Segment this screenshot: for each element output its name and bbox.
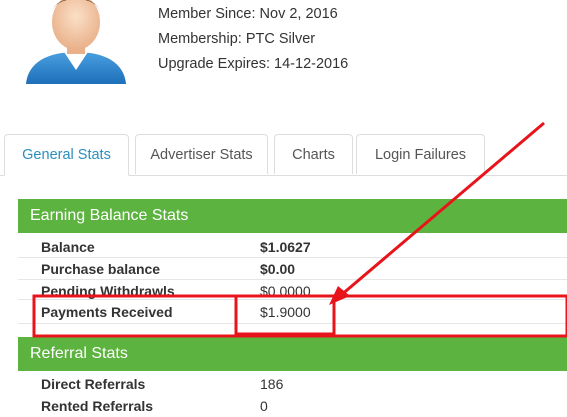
- user-avatar-icon: [26, 0, 126, 84]
- member-since: Member Since: Nov 2, 2016: [158, 6, 338, 22]
- membership: Membership: PTC Silver: [158, 31, 316, 47]
- upgrade-expires: Upgrade Expires: 14-12-2016: [158, 56, 349, 72]
- balance-label: Balance: [41, 239, 95, 255]
- balance-value: $1.0627: [260, 239, 311, 255]
- pending-withdrawls-label: Pending Withdrawls: [41, 283, 175, 299]
- rented-referrals-label: Rented Referrals: [41, 398, 154, 414]
- earning-balance-header: Earning Balance Stats: [18, 199, 567, 233]
- rented-referrals-value: 0: [260, 398, 268, 414]
- table-row: Payments Received $1.9000: [18, 300, 567, 324]
- pending-withdrawls-value: $0.0000: [260, 283, 311, 299]
- payments-received-label: Payments Received: [41, 304, 173, 320]
- referral-stats-header: Referral Stats: [18, 337, 567, 371]
- payments-received-value: $1.9000: [260, 304, 311, 320]
- stats-tabs: General Stats Advertiser Stats Charts Lo…: [0, 131, 567, 176]
- tab-advertiser-stats[interactable]: Advertiser Stats: [135, 134, 268, 174]
- table-row: Purchase balance $0.00: [18, 258, 567, 280]
- purchase-balance-value: $0.00: [260, 261, 296, 277]
- tab-login-failures[interactable]: Login Failures: [356, 134, 485, 174]
- profile-info: Member Since: Nov 2, 2016 Membership: PT…: [158, 0, 348, 77]
- direct-referrals-value: 186: [260, 376, 284, 392]
- direct-referrals-label: Direct Referrals: [41, 376, 146, 392]
- table-row: Pending Withdrawls $0.0000: [18, 280, 567, 300]
- table-row: Balance $1.0627: [18, 236, 567, 258]
- tab-general-stats[interactable]: General Stats: [4, 134, 129, 176]
- table-row: Rented Referrals 0: [18, 395, 567, 417]
- purchase-balance-label: Purchase balance: [41, 261, 161, 277]
- table-row: Direct Referrals 186: [18, 373, 567, 395]
- tab-charts[interactable]: Charts: [274, 134, 353, 174]
